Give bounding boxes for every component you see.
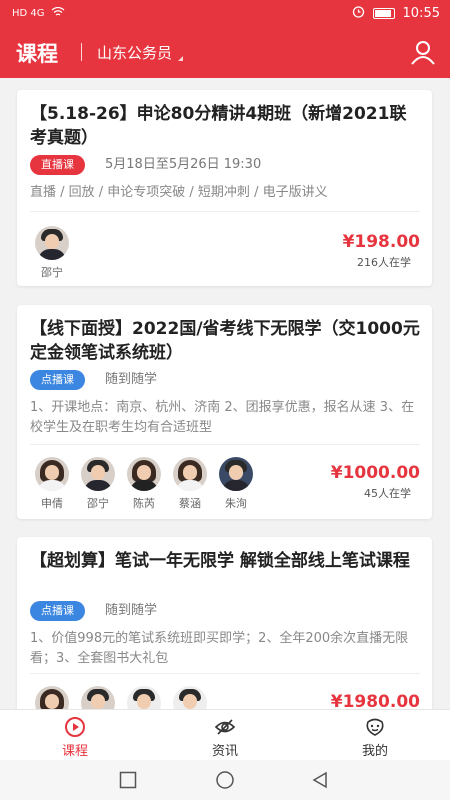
smiley-face-icon (366, 718, 384, 736)
bottom-nav: 课程 资讯 我的 (0, 709, 450, 760)
learner-count: 216人在学 (357, 256, 411, 269)
teacher-name: 邵宁 (41, 266, 63, 279)
avatar (35, 226, 69, 260)
teacher: 蔡涵 (172, 457, 208, 511)
play-circle-icon (65, 717, 85, 737)
avatar (35, 457, 69, 491)
teacher-name: 申倩 (41, 497, 63, 510)
course-price: ¥1000.00 (330, 463, 420, 483)
teacher-list: 邵宁 (34, 226, 70, 280)
tab-label: 我的 (361, 744, 388, 759)
caret-icon (178, 56, 184, 61)
region-label: 山东公务员 (97, 44, 173, 62)
tab-label: 资讯 (211, 744, 238, 759)
battery-icon (372, 8, 395, 19)
card-divider (30, 673, 420, 674)
course-card[interactable]: 【5.18-26】申论80分精讲4期班（新增2021联考真题） 直播课 5月18… (17, 90, 432, 286)
status-bar: HD 4G 10:55 (0, 0, 450, 28)
course-title: 【线下面授】2022国/省考线下无限学（交1000元定金领笔试系统班） (30, 319, 420, 363)
teacher-name: 邵宁 (87, 497, 109, 510)
course-description: 1、价值998元的笔试系统班即买即学；2、全年200余次直播无限看；3、全套图书… (30, 631, 409, 666)
tab-courses[interactable]: 课程 (0, 710, 150, 760)
tab-mine[interactable]: 我的 (300, 710, 450, 760)
avatar (219, 457, 253, 491)
eye-icon (214, 719, 236, 735)
teacher-name: 陈芮 (133, 497, 155, 510)
tab-label: 课程 (61, 744, 88, 759)
page-title: 课程 (16, 42, 58, 66)
wifi-icon (51, 6, 65, 20)
course-schedule: 随到随学 (105, 603, 158, 618)
signal-text: HD 4G (12, 8, 45, 19)
course-title: 【超划算】笔试一年无限学 解锁全部线上笔试课程 (30, 551, 410, 571)
signal-indicators: HD 4G (12, 6, 65, 20)
header-divider (81, 43, 82, 61)
user-profile-icon[interactable] (410, 39, 436, 65)
app-header: 课程 山东公务员 (0, 28, 450, 78)
back-icon[interactable] (311, 771, 329, 793)
course-card[interactable]: 【超划算】笔试一年无限学 解锁全部线上笔试课程 点播课 随到随学 1、价值998… (17, 537, 432, 720)
course-price: ¥198.00 (342, 232, 420, 252)
card-divider (30, 211, 420, 212)
teacher: 陈芮 (126, 457, 162, 511)
teacher: 邵宁 (34, 226, 70, 280)
tab-news[interactable]: 资讯 (150, 710, 300, 760)
teacher-name: 朱洵 (225, 497, 247, 510)
learner-count: 45人在学 (364, 487, 411, 500)
course-title: 【5.18-26】申论80分精讲4期班（新增2021联考真题） (30, 104, 407, 148)
teacher-name: 蔡涵 (179, 497, 201, 510)
avatar (81, 457, 115, 491)
course-schedule: 随到随学 (105, 372, 158, 387)
clock-time: 10:55 (402, 6, 440, 21)
course-schedule: 5月18日至5月26日 19:30 (105, 157, 262, 172)
avatar (173, 457, 207, 491)
recents-icon[interactable] (119, 771, 137, 793)
status-right: 10:55 (352, 5, 440, 22)
course-type-tag: 点播课 (30, 601, 85, 621)
region-selector[interactable]: 山东公务员 (97, 42, 184, 63)
teacher: 申倩 (34, 457, 70, 511)
course-type-tag: 点播课 (30, 370, 85, 390)
home-icon[interactable] (215, 771, 235, 793)
course-description: 直播 / 回放 / 申论专项突破 / 短期冲刺 / 电子版讲义 (30, 185, 328, 200)
teacher: 朱洵 (218, 457, 254, 511)
card-divider (30, 444, 420, 445)
course-card[interactable]: 【线下面授】2022国/省考线下无限学（交1000元定金领笔试系统班） 点播课 … (17, 305, 432, 519)
alarm-icon (352, 5, 365, 22)
avatar (127, 457, 161, 491)
system-nav-bar (0, 760, 450, 800)
course-description: 1、开课地点：南京、杭州、济南 2、团报享优惠，报名从速 3、在校学生及在职考生… (30, 400, 415, 435)
teacher: 邵宁 (80, 457, 116, 511)
teacher-list: 申倩 邵宁 陈芮 蔡涵 朱洵 (34, 457, 254, 511)
course-type-tag: 直播课 (30, 155, 85, 175)
